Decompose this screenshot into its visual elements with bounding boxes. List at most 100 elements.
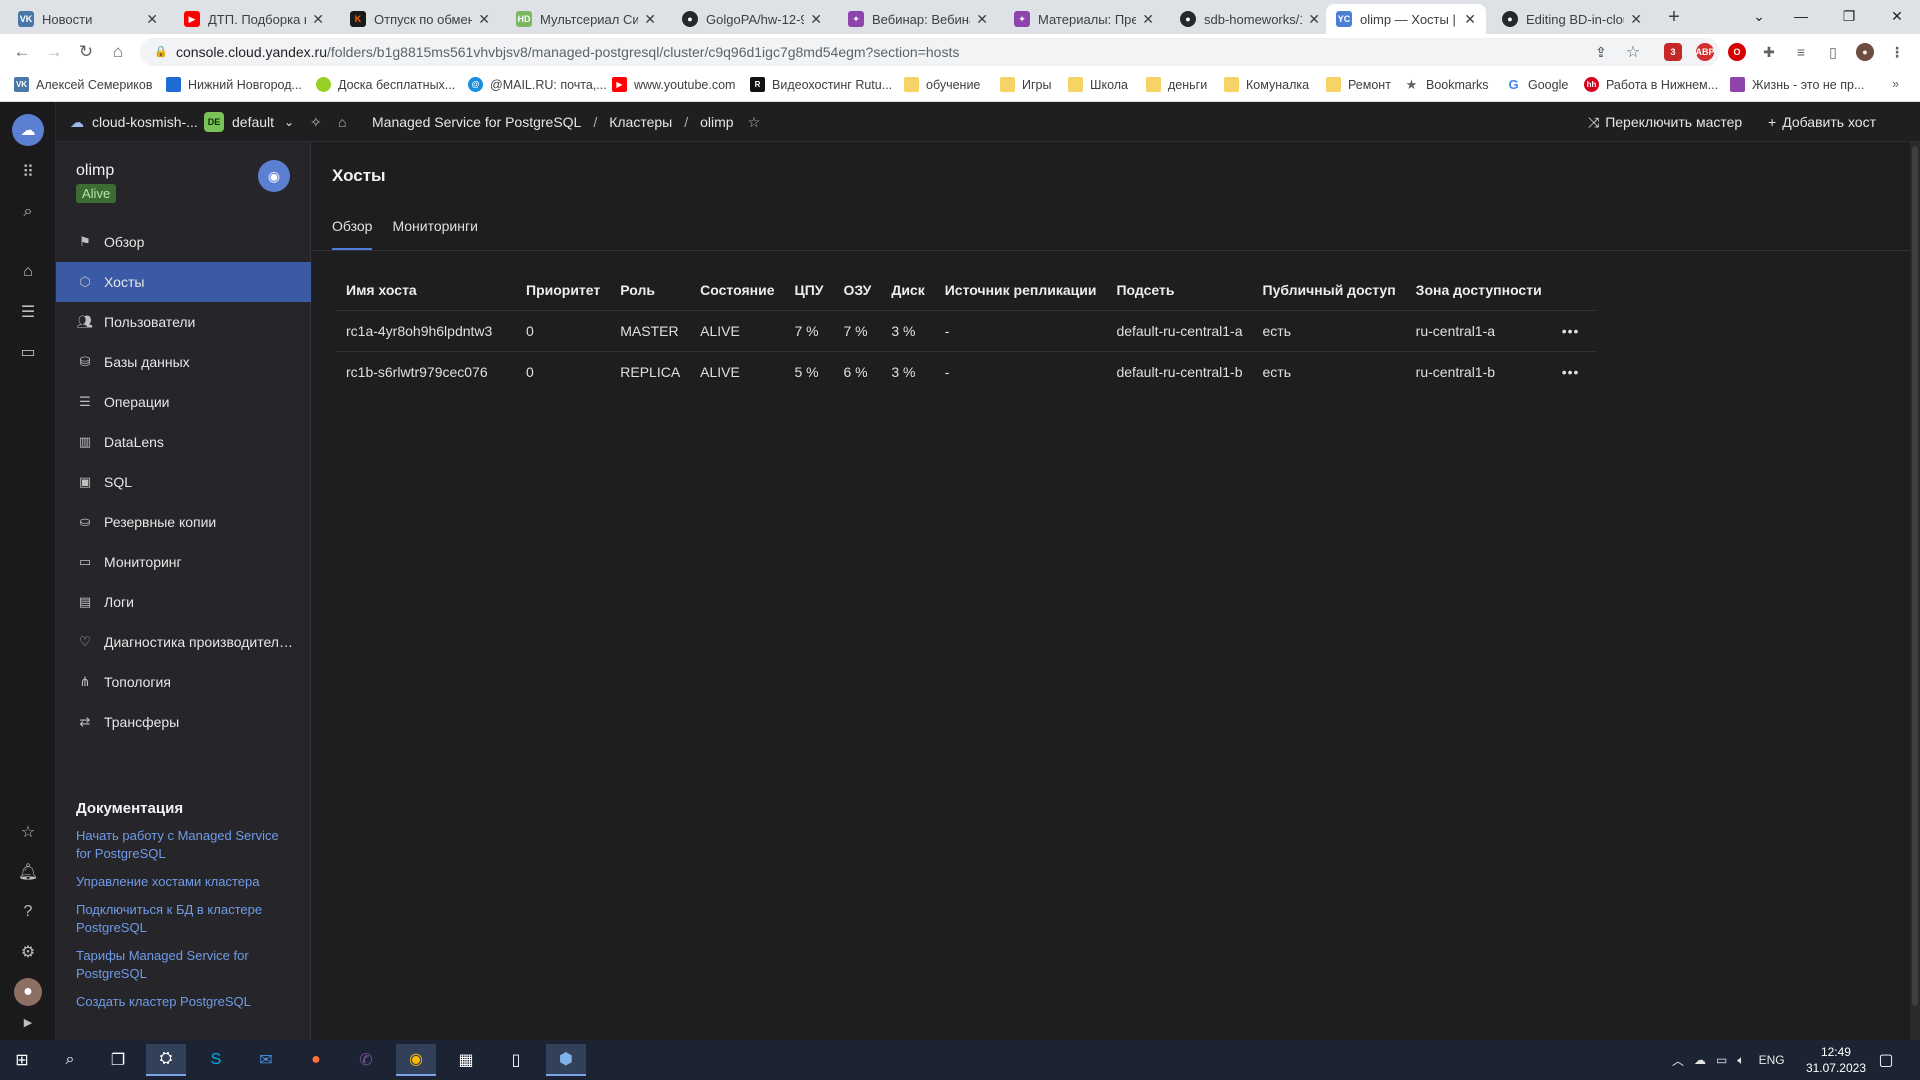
docs-link[interactable]: Создать кластер PostgreSQL [76, 993, 296, 1011]
column-header[interactable]: Подсеть [1106, 270, 1252, 310]
browser-tab[interactable]: ▶ ДТП. Подборка на ✕ [174, 4, 334, 34]
scrollbar-thumb[interactable] [1912, 146, 1918, 1006]
row-actions-icon[interactable]: ••• [1551, 309, 1596, 351]
close-icon[interactable]: ✕ [478, 11, 490, 28]
nav-item-users[interactable]: 👥︎ Пользователи [56, 302, 311, 342]
forward-button[interactable]: → [42, 40, 66, 64]
notifications-icon[interactable]: 🔔︎ [14, 858, 42, 886]
browser-tab[interactable]: VK Новости ✕ [8, 4, 168, 34]
row-actions-icon[interactable]: ••• [1551, 350, 1596, 392]
bookmark-item[interactable]: ▶ www.youtube.com [612, 77, 735, 92]
search-icon[interactable]: ⌕ [14, 198, 42, 226]
tasks-icon[interactable]: ☰ [14, 298, 42, 326]
tab-search-icon[interactable]: ⌄ [1736, 0, 1782, 32]
table-row[interactable]: rc1a-4yr8oh9h6lpdntw3 0 MASTER ALIVE 7 %… [336, 309, 1596, 351]
virtualbox-icon[interactable]: ⬢ [546, 1044, 586, 1076]
docs-link[interactable]: Начать работу с Managed Service for Post… [76, 827, 296, 863]
bookmark-folder[interactable]: Ремонт [1326, 77, 1391, 92]
yandex-cloud-logo[interactable]: ☁ [12, 114, 44, 146]
network-icon[interactable]: ▭ [1716, 1053, 1727, 1067]
extensions-icon[interactable]: ✚ [1760, 43, 1778, 61]
bookmark-item[interactable]: G Google [1506, 77, 1568, 92]
onedrive-icon[interactable]: ☁ [1694, 1053, 1706, 1067]
bookmark-folder[interactable]: обучение [904, 77, 980, 92]
share-icon[interactable]: ⇪ [1592, 43, 1610, 61]
host-subnet-link[interactable]: default-ru-central1-a [1106, 309, 1253, 351]
collapse-icon[interactable]: ▶ [14, 1012, 42, 1032]
bookmark-item[interactable]: VK Алексей Семериков [14, 77, 153, 92]
bookmark-item[interactable]: ★ Bookmarks [1404, 77, 1489, 92]
notepad-icon[interactable]: ▯ [496, 1044, 536, 1076]
storage-icon[interactable]: ▭ [14, 338, 42, 366]
close-icon[interactable]: ✕ [810, 11, 822, 28]
language-indicator[interactable]: ENG [1759, 1053, 1785, 1067]
nav-item-topology[interactable]: ⋔ Топология [56, 662, 311, 702]
bookmark-folder[interactable]: Комуналка [1224, 77, 1309, 92]
volume-icon[interactable]: 🔈︎ [1737, 1053, 1744, 1068]
marketplace-icon[interactable]: ⌂ [14, 258, 42, 286]
browser-tab-active[interactable]: YC olimp — Хосты | К ✕ [1326, 4, 1486, 34]
chrome-icon[interactable]: ◉ [396, 1044, 436, 1076]
profile-avatar[interactable]: ● [1856, 43, 1874, 61]
close-icon[interactable]: ✕ [976, 11, 988, 28]
tray-chevron-icon[interactable]: ︿ [1672, 1052, 1684, 1069]
nav-item-transfers[interactable]: ⇄ Трансферы [56, 702, 311, 742]
bookmarks-overflow-icon[interactable]: » [1892, 77, 1899, 91]
column-header[interactable]: ЦПУ [785, 270, 834, 310]
bookmark-item[interactable]: R Видеохостинг Rutu... [750, 77, 892, 92]
column-header[interactable]: Диск [881, 270, 934, 310]
browser-tab[interactable]: ● Editing BD-in-clou ✕ [1492, 4, 1652, 34]
nav-item-logs[interactable]: ▤ Логи [56, 582, 311, 622]
column-header[interactable]: Роль [610, 270, 690, 310]
table-row[interactable]: rc1b-s6rlwtr979cec076 0 REPLICA ALIVE 5 … [336, 350, 1596, 392]
column-header[interactable]: ОЗУ [834, 270, 882, 310]
browser-tab[interactable]: K Отпуск по обмену ✕ [340, 4, 500, 34]
notification-center-icon[interactable]: ▢ [1866, 1044, 1906, 1076]
docs-link[interactable]: Тарифы Managed Service for PostgreSQL [76, 947, 296, 983]
bookmark-folder[interactable]: Игры [1000, 77, 1051, 92]
breadcrumb-clusters[interactable]: Кластеры [609, 114, 672, 130]
back-button[interactable]: ← [10, 40, 34, 64]
settings-icon[interactable]: ⚙ [14, 938, 42, 966]
address-bar[interactable]: 🔒 console.cloud.yandex.ru/folders/b1g881… [140, 38, 1720, 66]
menu-kebab-icon[interactable]: ⋮ [1888, 43, 1906, 61]
bookmark-item[interactable]: Нижний Новгород... [166, 77, 302, 92]
nav-item-overview[interactable]: ⚑ Обзор [56, 222, 311, 262]
home-button[interactable]: ⌂ [106, 40, 130, 64]
opera-icon[interactable]: O [1728, 43, 1746, 61]
tab-monitoring[interactable]: Мониторинги [392, 218, 477, 250]
column-header[interactable]: Состояние [690, 270, 784, 310]
service-icon[interactable]: ✧ [310, 102, 322, 142]
close-icon[interactable]: ✕ [146, 11, 158, 28]
browser-tab[interactable]: ✦ Вебинар: Вебинар ✕ [838, 4, 998, 34]
switch-master-button[interactable]: ⤨ Переключить мастер [1588, 102, 1742, 142]
browser-tab[interactable]: ● sdb-homeworks/1 ✕ [1170, 4, 1330, 34]
nav-item-backups[interactable]: ⛀ Резервные копии [56, 502, 311, 542]
close-icon[interactable]: ✕ [1630, 11, 1642, 28]
column-header[interactable]: Приоритет [516, 270, 610, 310]
close-icon[interactable]: ✕ [644, 11, 656, 28]
scrollbar[interactable] [1910, 142, 1920, 1040]
firefox-icon[interactable]: ● [296, 1044, 336, 1076]
minimize-button[interactable]: — [1778, 0, 1824, 32]
skype-icon[interactable]: S [196, 1044, 236, 1076]
help-icon[interactable]: ? [14, 898, 42, 926]
task-view-icon[interactable]: ❐ [98, 1044, 138, 1076]
nav-item-operations[interactable]: ☰ Операции [56, 382, 311, 422]
nav-item-hosts[interactable]: ⬡ Хосты [56, 262, 311, 302]
reload-button[interactable]: ↻ [74, 40, 98, 64]
clock[interactable]: 12:49 31.07.2023 [1806, 1044, 1866, 1076]
mail-icon[interactable]: ✉ [246, 1044, 286, 1076]
favorites-icon[interactable]: ☆ [14, 818, 42, 846]
extension-badge-icon[interactable]: 3 [1664, 43, 1682, 61]
bookmark-item[interactable]: @ @MAIL.RU: почта,... [468, 77, 607, 92]
reading-list-icon[interactable]: ≡ [1792, 43, 1810, 61]
bookmark-item[interactable]: Доска бесплатных... [316, 77, 455, 92]
bookmark-star-icon[interactable]: ☆ [1624, 43, 1642, 61]
folder-selector[interactable]: DE default ⌄ [204, 102, 294, 142]
bookmark-folder[interactable]: Школа [1068, 77, 1128, 92]
docs-link[interactable]: Подключиться к БД в кластере PostgreSQL [76, 901, 296, 937]
breadcrumb-cluster[interactable]: olimp [700, 114, 733, 130]
column-header[interactable]: Зона доступности [1406, 270, 1552, 310]
windows-start-icon[interactable]: ⊞ [2, 1044, 42, 1076]
